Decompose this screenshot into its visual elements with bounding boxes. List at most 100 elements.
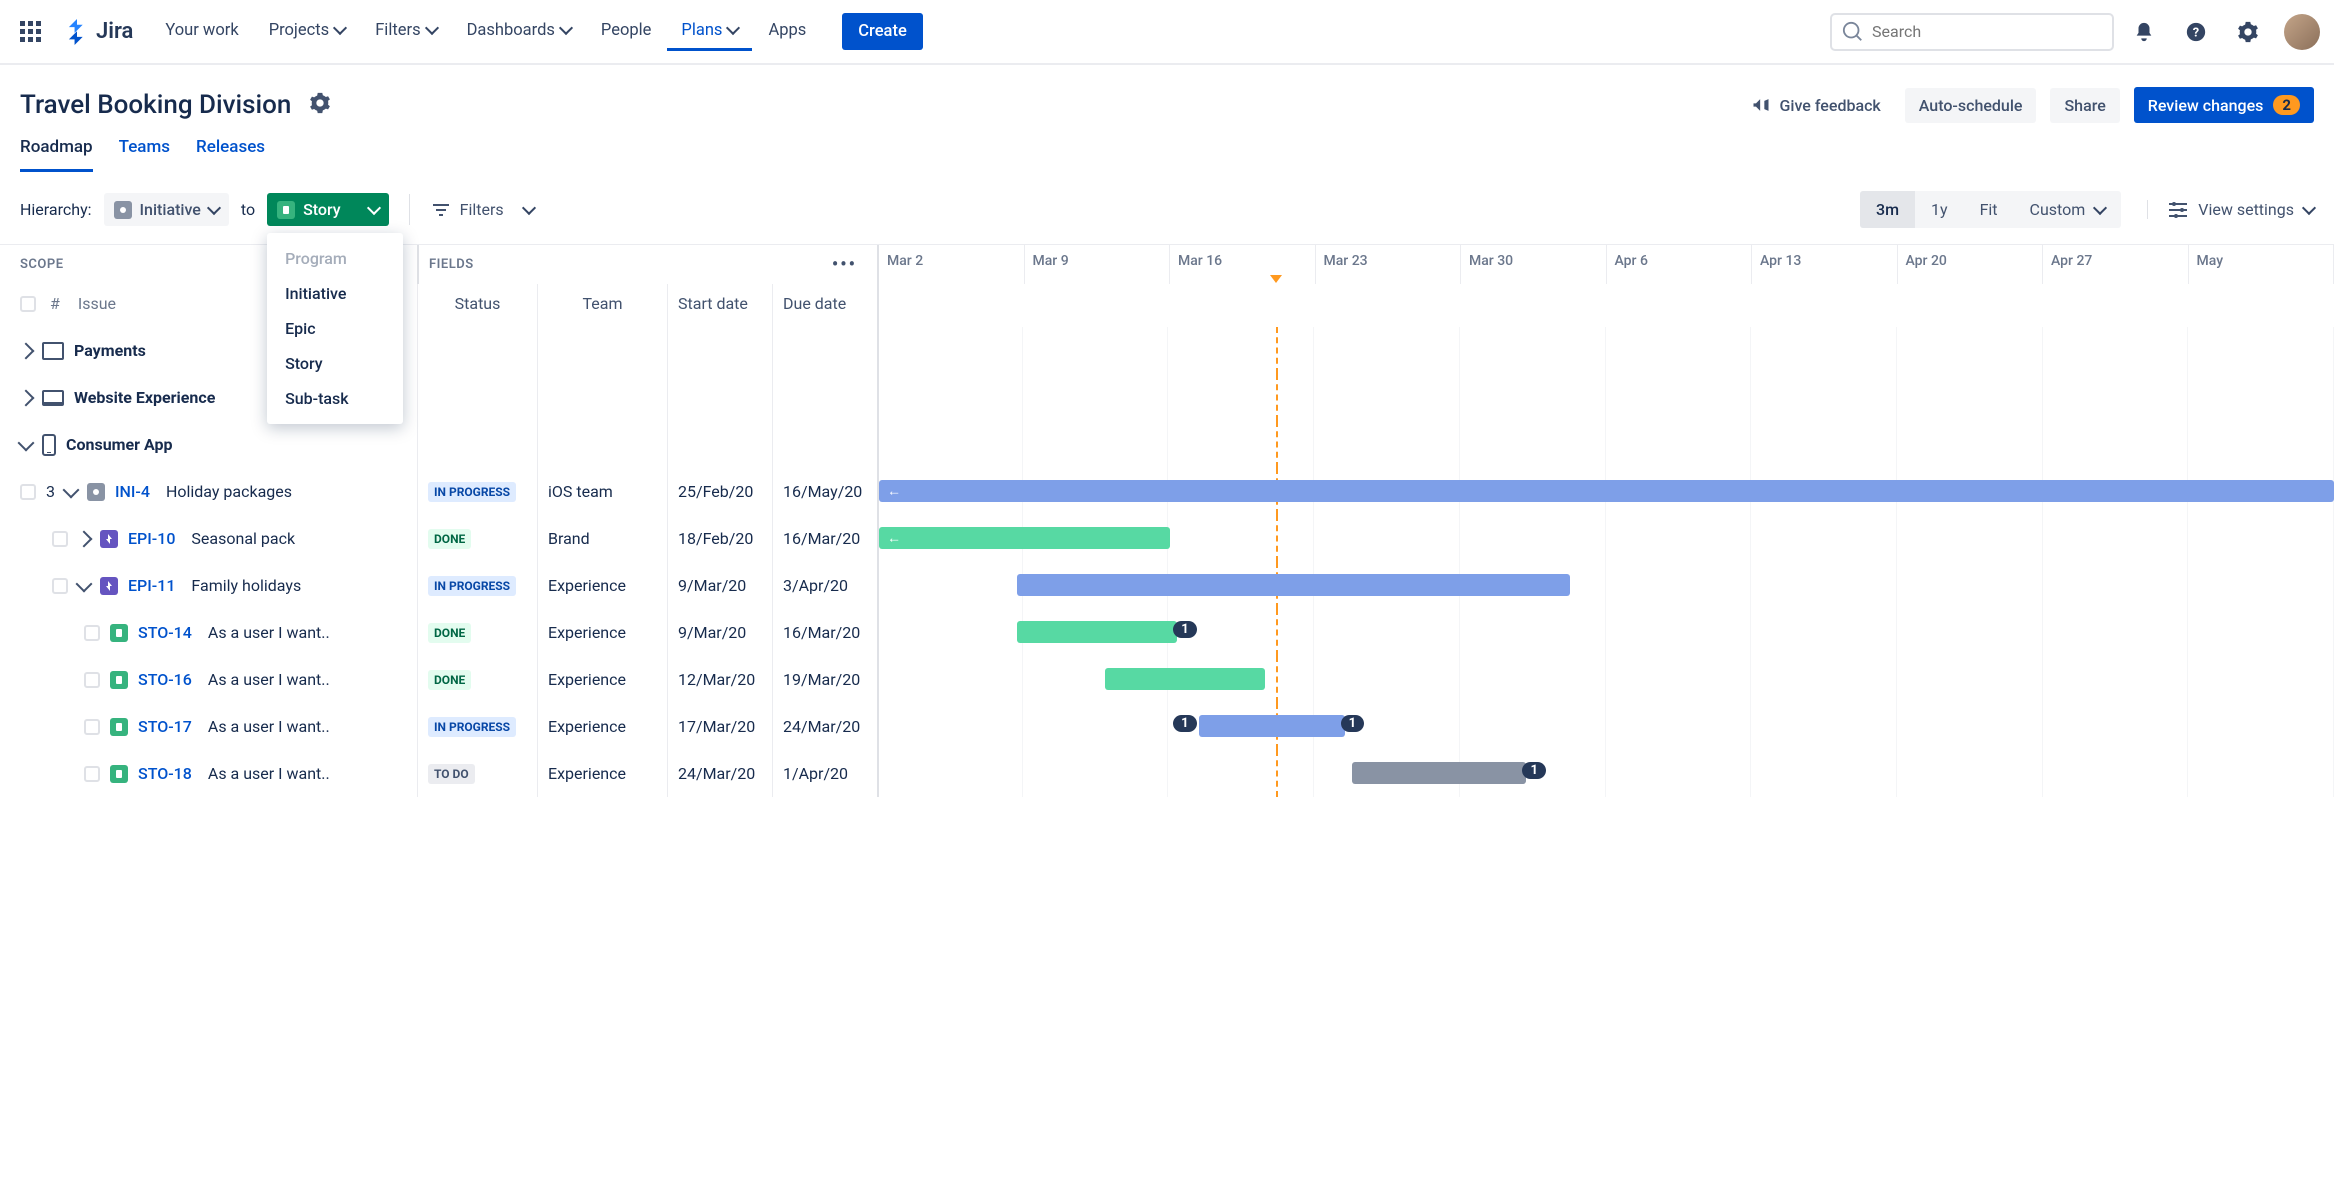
expand-icon[interactable]	[18, 434, 35, 451]
timeline-cell[interactable]: ←	[877, 515, 2334, 562]
row-checkbox[interactable]	[52, 531, 68, 547]
gantt-bar[interactable]	[1017, 574, 1570, 596]
dependency-badge[interactable]: 1	[1173, 715, 1196, 732]
dependency-badge[interactable]: 1	[1341, 715, 1364, 732]
hierarchy-to-dropdown[interactable]: Story Program Initiative Epic Story Sub-…	[267, 193, 389, 226]
fields-menu-icon[interactable]: •••	[832, 260, 857, 270]
dependency-badge[interactable]: 1	[1173, 621, 1196, 638]
plan-settings-icon[interactable]	[309, 92, 331, 118]
nav-dashboards[interactable]: Dashboards	[453, 13, 585, 51]
issue-row: EPI-10Seasonal packDONEBrand18/Feb/2016/…	[0, 515, 2334, 562]
issue-key[interactable]: STO-14	[138, 623, 192, 642]
timeline-cell[interactable]: 1	[877, 609, 2334, 656]
timeline-cell[interactable]: 1	[877, 750, 2334, 797]
row-checkbox[interactable]	[84, 672, 100, 688]
filters-button[interactable]: Filters	[409, 194, 544, 225]
status-badge[interactable]: TO DO	[428, 764, 475, 784]
issue-key[interactable]: STO-17	[138, 717, 192, 736]
row-checkbox[interactable]	[84, 625, 100, 641]
issue-key[interactable]: EPI-11	[128, 576, 175, 595]
nav-plans[interactable]: Plans	[667, 13, 752, 51]
search-input[interactable]	[1872, 22, 2102, 41]
status-badge[interactable]: DONE	[428, 623, 471, 643]
share-button[interactable]: Share	[2050, 88, 2119, 123]
timeline-cell[interactable]	[877, 562, 2334, 609]
timeline-cell[interactable]: 11	[877, 703, 2334, 750]
auto-schedule-button[interactable]: Auto-schedule	[1905, 88, 2037, 123]
expand-icon[interactable]	[18, 389, 35, 406]
select-all-checkbox[interactable]	[20, 296, 36, 312]
gantt-bar[interactable]	[1105, 668, 1265, 690]
expand-icon[interactable]	[76, 530, 93, 547]
status-badge[interactable]: IN PROGRESS	[428, 576, 516, 596]
timeline-cell[interactable]	[877, 374, 2334, 421]
gantt-bar[interactable]	[1017, 621, 1177, 643]
give-feedback-button[interactable]: Give feedback	[1741, 87, 1890, 123]
expand-icon[interactable]	[76, 575, 93, 592]
start-cell: 24/Mar/20	[667, 750, 772, 797]
expand-icon[interactable]	[18, 342, 35, 359]
app-switcher-icon[interactable]	[14, 16, 46, 48]
issue-key[interactable]: INI-4	[115, 482, 150, 501]
nav-your-work[interactable]: Your work	[151, 13, 252, 51]
team-cell: Experience	[537, 703, 667, 750]
review-changes-button[interactable]: Review changes 2	[2134, 87, 2314, 123]
search-box[interactable]	[1830, 13, 2114, 51]
nav-projects[interactable]: Projects	[255, 13, 360, 51]
chevron-down-icon	[522, 200, 536, 214]
nav-people[interactable]: People	[587, 13, 666, 51]
view-settings-button[interactable]: View settings	[2147, 200, 2314, 219]
filter-icon	[432, 203, 450, 217]
dd-epic[interactable]: Epic	[267, 311, 403, 346]
row-checkbox[interactable]	[84, 719, 100, 735]
row-checkbox[interactable]	[84, 766, 100, 782]
dependency-badge[interactable]: 1	[1522, 762, 1545, 779]
help-icon[interactable]: ?	[2178, 14, 2214, 50]
tab-releases[interactable]: Releases	[196, 137, 265, 172]
zoom-fit[interactable]: Fit	[1964, 191, 2014, 228]
status-header: Status	[417, 284, 537, 327]
gantt-bar[interactable]	[1199, 715, 1345, 737]
zoom-3m[interactable]: 3m	[1860, 191, 1915, 228]
issue-key[interactable]: STO-18	[138, 764, 192, 783]
settings-icon[interactable]	[2230, 14, 2266, 50]
dd-subtask[interactable]: Sub-task	[267, 381, 403, 416]
dd-initiative[interactable]: Initiative	[267, 276, 403, 311]
start-cell: 17/Mar/20	[667, 703, 772, 750]
zoom-1y[interactable]: 1y	[1915, 191, 1964, 228]
start-cell: 12/Mar/20	[667, 656, 772, 703]
timeline-date: Mar 16	[1170, 245, 1316, 284]
gantt-bar[interactable]	[1352, 762, 1527, 784]
avatar[interactable]	[2284, 14, 2320, 50]
dd-story[interactable]: Story	[267, 346, 403, 381]
gantt-bar[interactable]: ←	[879, 480, 2334, 502]
issue-key[interactable]: STO-16	[138, 670, 192, 689]
group-row[interactable]: Consumer App	[0, 421, 2334, 468]
row-checkbox[interactable]	[20, 484, 36, 500]
expand-icon[interactable]	[63, 481, 80, 498]
zoom-custom[interactable]: Custom	[2014, 191, 2122, 228]
row-checkbox[interactable]	[52, 578, 68, 594]
tab-roadmap[interactable]: Roadmap	[20, 137, 93, 172]
status-badge[interactable]: DONE	[428, 670, 471, 690]
logo[interactable]: Jira	[64, 19, 133, 45]
tab-teams[interactable]: Teams	[119, 137, 170, 172]
timeline-cell[interactable]	[877, 421, 2334, 468]
issue-key[interactable]: EPI-10	[128, 529, 175, 548]
nav-apps[interactable]: Apps	[754, 13, 820, 51]
notifications-icon[interactable]	[2126, 14, 2162, 50]
create-button[interactable]: Create	[842, 13, 923, 50]
team-cell: Experience	[537, 656, 667, 703]
issue-title: Family holidays	[191, 576, 301, 595]
hierarchy-from-dropdown[interactable]: Initiative	[104, 193, 229, 226]
status-badge[interactable]: IN PROGRESS	[428, 717, 516, 737]
timeline-cell[interactable]: ←	[877, 468, 2334, 515]
gantt-bar[interactable]: ←	[879, 527, 1170, 549]
group-name: Website Experience	[74, 388, 215, 407]
status-badge[interactable]: IN PROGRESS	[428, 482, 516, 502]
nav-filters[interactable]: Filters	[361, 13, 450, 51]
status-badge[interactable]: DONE	[428, 529, 471, 549]
timeline-cell[interactable]	[877, 327, 2334, 374]
timeline-cell[interactable]	[877, 656, 2334, 703]
dd-program: Program	[267, 241, 403, 276]
